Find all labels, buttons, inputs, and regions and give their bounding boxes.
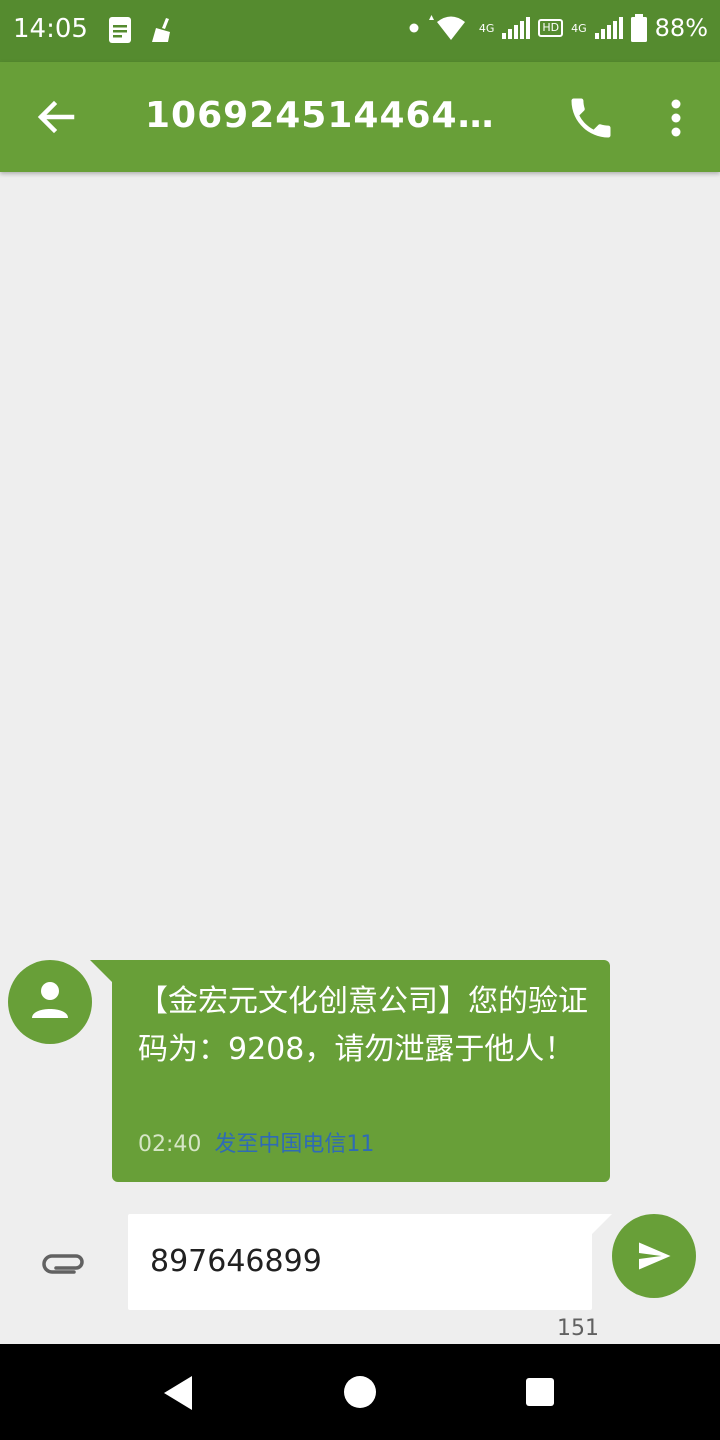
cleaner-icon (152, 18, 170, 42)
conversation-title: 10692451446405… (145, 95, 495, 136)
phone-icon (571, 98, 611, 138)
message-sim-label: 发至中国电信11 (214, 1132, 375, 1157)
bubble-tail (90, 960, 114, 984)
battery-percent: 88% (654, 14, 708, 42)
back-arrow-icon (37, 100, 75, 134)
nav-recents-icon[interactable] (526, 1378, 554, 1406)
network-type-1: 4G (478, 21, 495, 35)
signal-icon (594, 17, 623, 39)
call-button[interactable] (565, 92, 617, 144)
message-input-value: 897646899 (150, 1244, 322, 1279)
more-options-button[interactable] (652, 92, 700, 144)
message-time: 02:40 (138, 1132, 202, 1157)
dot-icon (409, 23, 419, 33)
message-input[interactable]: 897646899 (128, 1214, 592, 1310)
status-time: 14:05 (13, 14, 88, 44)
contact-avatar[interactable] (8, 960, 92, 1044)
back-button[interactable] (28, 89, 84, 145)
attach-button[interactable] (40, 1238, 88, 1286)
send-icon (639, 1242, 671, 1270)
nav-home-icon[interactable] (344, 1376, 376, 1408)
battery-icon (630, 14, 647, 42)
message-text: 【金宏元文化创意公司】您的验证码为：9208，请勿泄露于他人！ (138, 984, 588, 1067)
app-bar: 10692451446405… (0, 62, 720, 172)
navigation-bar (0, 1344, 720, 1440)
send-button[interactable] (612, 1214, 696, 1298)
status-bar: 14:05 4G HD 4G 88% (0, 0, 720, 62)
network-type-2: 4G (571, 21, 587, 35)
message-meta: 02:40 发至中国电信11 (138, 1126, 374, 1158)
message-bubble[interactable]: 【金宏元文化创意公司】您的验证码为：9208，请勿泄露于他人！ 02:40 发至… (112, 960, 610, 1182)
nav-back-icon[interactable] (162, 1376, 194, 1410)
hd-badge: HD (538, 19, 564, 37)
paperclip-icon (42, 1254, 84, 1274)
more-vert-icon (671, 99, 681, 137)
wifi-icon (428, 15, 465, 40)
person-icon (32, 982, 68, 1018)
character-count: 151 (557, 1316, 599, 1341)
input-tail (590, 1214, 612, 1236)
notes-icon (109, 17, 131, 43)
signal-icon (502, 17, 531, 39)
